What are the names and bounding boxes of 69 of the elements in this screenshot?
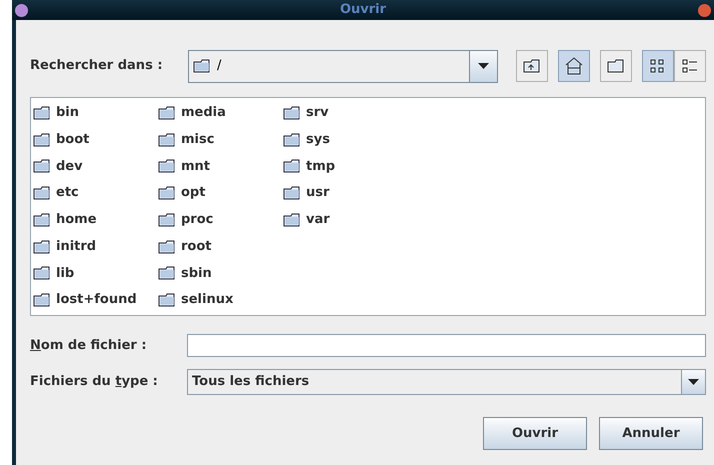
caret-icon [478,63,489,69]
folder-icon [158,186,176,200]
folder-item[interactable]: mnt [158,154,283,178]
folder-icon [158,106,176,120]
folder-item[interactable]: etc [33,181,158,205]
folder-icon [158,293,176,307]
folder-icon [33,106,51,120]
folder-icon [33,186,51,200]
folder-icon [158,240,176,254]
home-icon [565,57,583,75]
file-name-field[interactable] [187,334,706,357]
list-view-icon [650,58,666,74]
folder-item[interactable]: home [33,208,158,232]
folder-icon [33,132,51,146]
folder-icon [33,159,51,174]
folder-icon [283,132,301,146]
folder-icon [283,212,301,227]
folder-icon [283,106,301,120]
folder-item[interactable]: tmp [283,154,408,178]
folder-item[interactable]: media [158,101,283,124]
folder-item[interactable]: bin [33,101,158,124]
folder-item[interactable]: misc [158,128,283,152]
folder-item[interactable]: lib [33,262,158,285]
new-folder-button[interactable] [600,50,632,82]
folder-icon [607,59,625,73]
details-view-icon [682,58,698,74]
look-in-value: / [216,57,222,76]
folder-icon [283,186,301,200]
folder-item[interactable]: sbin [158,262,283,285]
window-title: Ouvrir [340,1,386,20]
dropdown-button[interactable] [469,50,497,82]
folder-item[interactable]: sys [283,128,408,152]
folder-item[interactable]: usr [283,181,408,205]
folder-icon [158,266,176,280]
folder-icon [158,212,176,227]
folder-icon [33,212,51,227]
folder-icon [33,266,51,280]
file-name-label: Nom de fichier : [30,336,148,355]
folder-item[interactable]: dev [33,154,158,178]
folder-item[interactable]: proc [158,208,283,232]
file-type-dropdown[interactable]: Tous les fichiers [187,369,706,395]
folder-item[interactable]: root [158,234,283,258]
dropdown-button[interactable] [681,370,705,394]
up-folder-icon [523,58,541,74]
folder-item[interactable]: selinux [158,288,283,312]
folder-icon [158,132,176,146]
folder-icon [158,159,176,174]
folder-icon [192,59,211,73]
folder-item[interactable]: boot [33,128,158,152]
folder-icon [33,293,51,307]
list-button[interactable] [642,50,674,82]
minimize-button[interactable] [15,4,28,16]
folder-item[interactable]: initrd [33,234,158,258]
folder-icon [33,240,51,254]
look-in-label: Rechercher dans : [30,57,164,76]
folder-item[interactable]: lost+found [33,288,158,312]
folder-item[interactable]: srv [283,101,408,124]
dialog-button[interactable]: Ouvrir [483,417,587,450]
up-button[interactable] [516,50,548,82]
file-type-label: Fichiers du type : [30,373,159,392]
close-button[interactable] [698,4,711,16]
folder-item[interactable]: var [283,208,408,232]
dialog-button[interactable]: Annuler [599,417,703,450]
home-button[interactable] [558,50,590,82]
folder-item[interactable]: opt [158,181,283,205]
look-in-dropdown[interactable]: / [188,50,498,82]
caret-icon [688,379,699,385]
details-button[interactable] [674,50,706,82]
folder-icon [283,159,301,174]
